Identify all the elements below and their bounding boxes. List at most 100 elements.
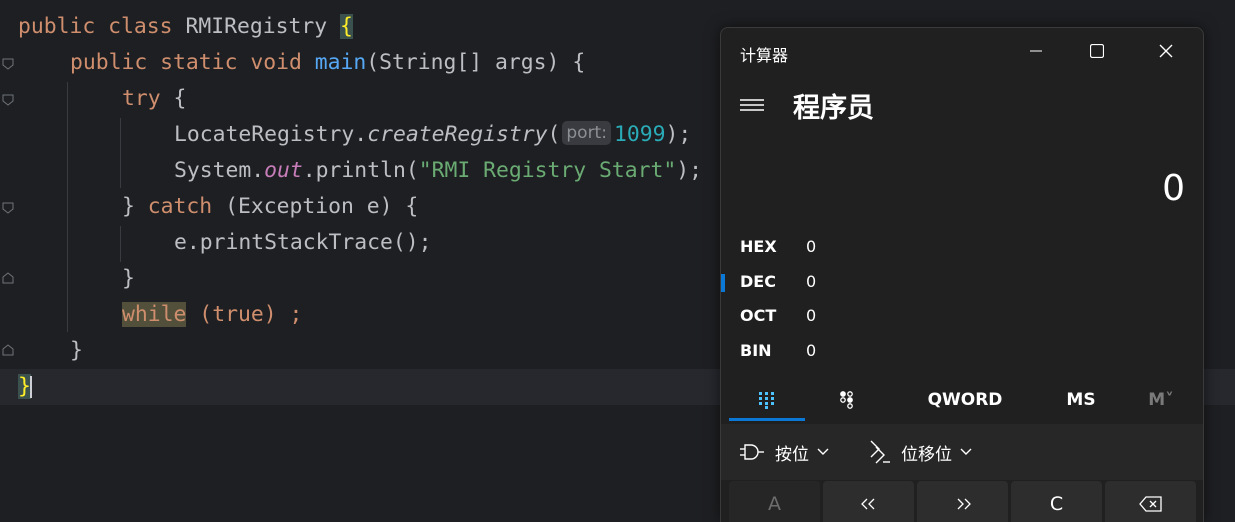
bit-toggle-keypad-button[interactable] [809, 378, 885, 422]
radix-row-dec[interactable]: DEC 0 [721, 265, 1203, 299]
paren: ); [676, 158, 703, 183]
bit-shift-label: 位移位 [901, 444, 952, 465]
code-line-11[interactable]: } [18, 369, 31, 405]
active-radix-marker [721, 274, 725, 292]
paren: ( [547, 122, 561, 147]
fold-close-icon[interactable] [2, 344, 14, 356]
keyword: public [18, 14, 96, 39]
brace: } [122, 194, 135, 219]
number-literal: 1099 [613, 122, 666, 147]
fold-open-icon[interactable] [2, 94, 14, 106]
memory-store-button[interactable]: MS [1041, 378, 1121, 422]
fold-open-icon[interactable] [2, 58, 14, 70]
double-chevron-right-icon [957, 498, 971, 509]
method-name: main [314, 50, 367, 75]
logic-gate-icon [740, 444, 764, 460]
radix-label: BIN [740, 341, 772, 360]
code-line-3[interactable]: try { [122, 81, 186, 117]
code-line-1[interactable]: public class RMIRegistry { [18, 9, 353, 45]
title-bar[interactable]: 计算器 [721, 28, 1203, 76]
indent-guide [120, 118, 121, 188]
radix-value: 0 [806, 306, 817, 325]
bit-shift-icon [870, 440, 890, 464]
text-caret [30, 376, 32, 398]
keyword-highlighted: while [122, 302, 187, 327]
mode-title: 程序员 [793, 93, 874, 124]
full-keypad-button[interactable] [729, 378, 805, 422]
bit-shift-dropdown[interactable]: 位移位 [869, 424, 972, 480]
paren: ( [199, 302, 213, 327]
full-keypad-icon [759, 392, 774, 409]
menu-icon [740, 99, 764, 111]
radix-row-bin[interactable]: BIN 0 [721, 334, 1203, 368]
key-backspace[interactable] [1105, 481, 1196, 522]
window-title: 计算器 [740, 46, 789, 65]
code-line-7[interactable]: e.printStackTrace(); [174, 225, 432, 261]
boolean-literal: true [212, 302, 264, 327]
class-name: RMIRegistry [185, 14, 328, 39]
close-icon [1159, 44, 1173, 58]
radix-value: 0 [806, 272, 817, 291]
paren: ); [665, 122, 692, 147]
key-right-shift[interactable] [917, 481, 1008, 522]
static-field: out [264, 158, 303, 183]
code-line-10[interactable]: } [70, 333, 83, 369]
code-line-2[interactable]: public static void main(String[] args) { [70, 45, 585, 81]
code-line-4[interactable]: LocateRegistry.createRegistry(port: 1099)… [174, 117, 691, 153]
bit-toggle-keypad-icon [840, 391, 853, 409]
chevron-down-icon [817, 448, 829, 455]
code-line-5[interactable]: System.out.println("RMI Registry Start")… [174, 153, 702, 189]
string-literal: "RMI Registry Start" [418, 158, 677, 183]
maximize-button[interactable] [1074, 28, 1120, 74]
parameters: (Exception e) [225, 194, 393, 219]
keyword: try [122, 86, 161, 111]
class-ref: System. [174, 158, 265, 183]
minimize-button[interactable] [1013, 28, 1059, 74]
keypad-row: A C [727, 481, 1197, 522]
radix-row-oct[interactable]: OCT 0 [721, 299, 1203, 333]
operations-row: 按位 位移位 [721, 424, 1203, 480]
keyword: static [160, 50, 238, 75]
calculator-window[interactable]: 计算器 程序员 0 HEX 0 DEC 0 OCT 0 BIN 0 QWORD … [720, 27, 1204, 522]
maximize-icon [1090, 44, 1104, 58]
brace: { [572, 50, 586, 75]
radix-value: 0 [806, 341, 817, 360]
key-clear[interactable]: C [1011, 481, 1102, 522]
matched-brace: { [340, 14, 353, 39]
word-size-button[interactable]: QWORD [917, 378, 1013, 422]
memory-recall-button[interactable]: M˅ [1131, 378, 1191, 422]
paren: ) ; [263, 302, 303, 327]
radix-label: HEX [740, 237, 777, 256]
selected-tab-underline [729, 418, 805, 421]
brace: { [405, 194, 419, 219]
keyword: class [108, 14, 173, 39]
code-line-6[interactable]: } catch (Exception e) { [122, 189, 418, 225]
indent-guide [120, 226, 121, 262]
close-button[interactable] [1143, 28, 1189, 74]
keyword: void [250, 50, 302, 75]
radix-value: 0 [806, 237, 817, 256]
code-line-9[interactable]: while (true) ; [122, 297, 302, 333]
navigation-menu-button[interactable] [737, 92, 767, 118]
keyword: public [70, 50, 148, 75]
fold-open-icon[interactable] [2, 202, 14, 214]
static-method: createRegistry [367, 122, 548, 147]
fold-close-icon[interactable] [2, 272, 14, 284]
parameter-hint: port: [562, 121, 611, 145]
key-left-shift[interactable] [823, 481, 914, 522]
class-ref: LocateRegistry. [174, 122, 368, 147]
minimize-icon [1030, 50, 1042, 52]
keyword: catch [147, 194, 213, 219]
method-call: e.printStackTrace(); [174, 230, 432, 255]
parameters: (String[] args) [366, 50, 560, 75]
bitwise-label: 按位 [775, 444, 809, 465]
brace: { [173, 86, 187, 111]
key-a[interactable]: A [729, 481, 820, 522]
radix-label: DEC [740, 272, 776, 291]
code-line-8[interactable]: } [122, 261, 135, 297]
brace: } [122, 266, 135, 291]
toolbar: QWORD MS M˅ [721, 378, 1203, 422]
double-chevron-left-icon [860, 498, 874, 509]
bitwise-dropdown[interactable]: 按位 [739, 424, 829, 480]
radix-row-hex[interactable]: HEX 0 [721, 230, 1203, 264]
